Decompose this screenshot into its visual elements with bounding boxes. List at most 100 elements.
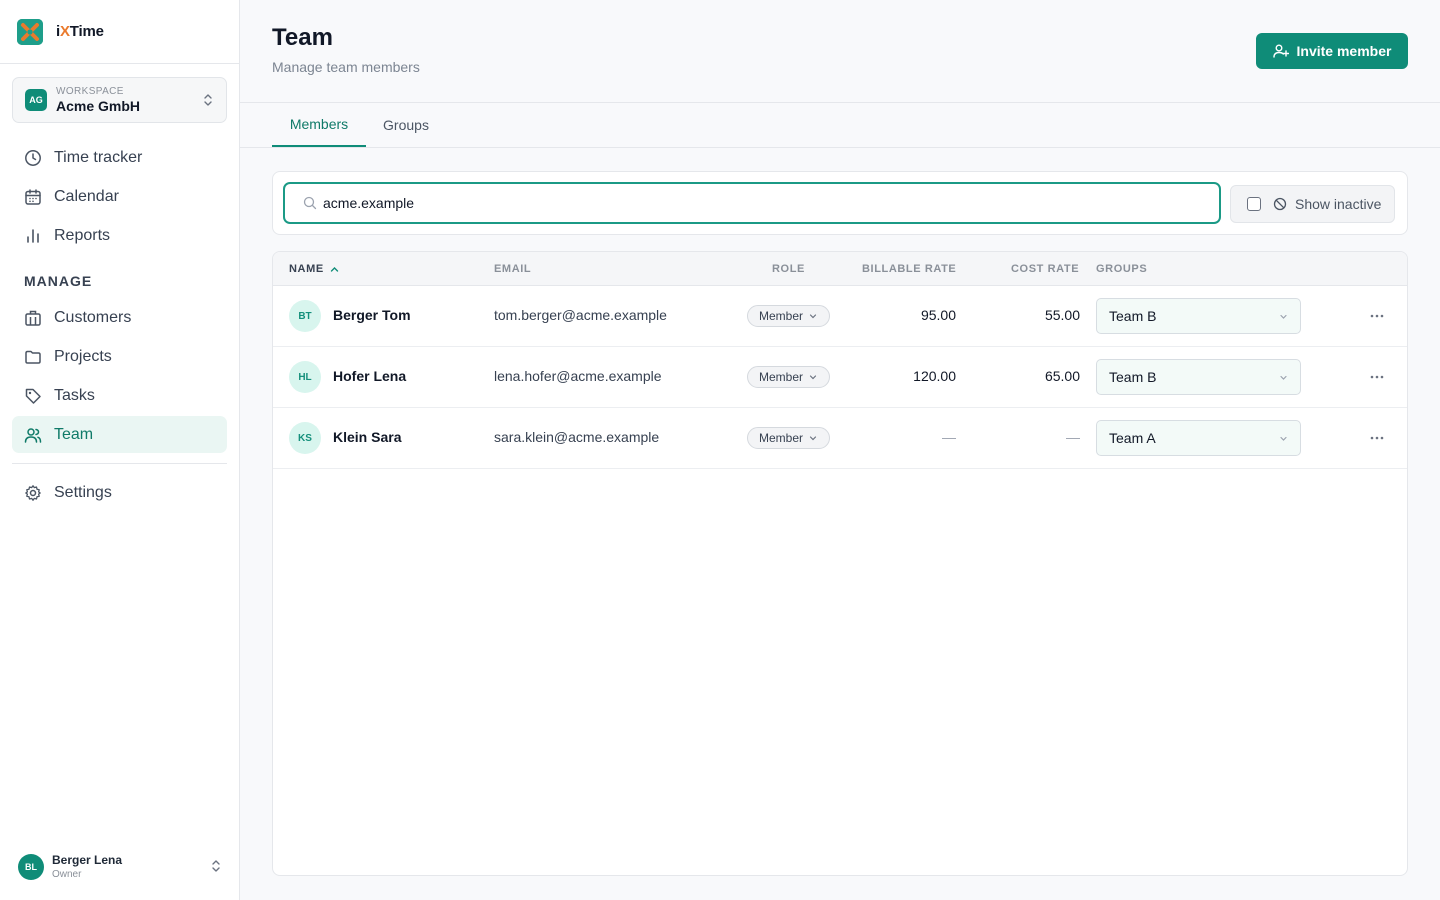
cost-rate: 65.00 xyxy=(1044,368,1080,384)
role-dropdown[interactable]: Member xyxy=(747,427,830,449)
invite-member-button[interactable]: Invite member xyxy=(1256,33,1408,69)
member-name: Klein Sara xyxy=(333,429,402,445)
role-dropdown[interactable]: Member xyxy=(747,305,830,327)
column-header-cost-rate[interactable]: COST RATE xyxy=(1011,263,1079,275)
chevron-down-icon xyxy=(809,436,817,441)
nav-item-time-tracker[interactable]: Time tracker xyxy=(12,139,227,176)
billable-rate: 120.00 xyxy=(913,368,956,384)
chevron-down-icon xyxy=(809,375,817,380)
member-email: sara.klein@acme.example xyxy=(494,429,660,445)
search-icon xyxy=(303,196,317,210)
search-input[interactable] xyxy=(323,195,1203,211)
calendar-icon xyxy=(25,188,41,205)
role-dropdown[interactable]: Member xyxy=(747,366,830,388)
cost-rate: — xyxy=(1066,429,1080,445)
table-row[interactable]: BT Berger Tom tom.berger@acme.example Me… xyxy=(273,286,1407,347)
nav-item-settings[interactable]: Settings xyxy=(12,474,227,511)
nav-item-tasks[interactable]: Tasks xyxy=(12,377,227,414)
workspace-switcher[interactable]: AG WORKSPACE Acme GmbH xyxy=(12,77,227,123)
filter-bar: Show inactive xyxy=(272,171,1408,235)
folder-icon xyxy=(25,350,41,364)
tab-members[interactable]: Members xyxy=(272,103,366,147)
ellipsis-icon xyxy=(1370,314,1384,318)
avatar: BL xyxy=(18,854,44,880)
tag-icon xyxy=(25,388,41,404)
table-row[interactable]: KS Klein Sara sara.klein@acme.example Me… xyxy=(273,408,1407,469)
ban-icon xyxy=(1273,197,1287,211)
sort-ascending-icon xyxy=(330,266,338,272)
more-actions-button[interactable] xyxy=(1367,430,1387,446)
avatar: HL xyxy=(289,361,321,393)
member-email: lena.hofer@acme.example xyxy=(494,368,662,384)
page-header: Team Manage team members Invite member xyxy=(240,0,1440,103)
sidebar: iXTime AG WORKSPACE Acme GmbH Time track… xyxy=(0,0,240,900)
workspace-badge: AG xyxy=(25,89,47,111)
nav-label: Settings xyxy=(54,483,112,501)
column-header-billable-rate[interactable]: BILLABLE RATE xyxy=(862,263,956,275)
nav-label: Customers xyxy=(54,308,132,326)
building-icon xyxy=(25,310,41,326)
nav-divider xyxy=(12,463,227,464)
more-actions-button[interactable] xyxy=(1367,308,1387,324)
group-select[interactable]: Team B xyxy=(1096,359,1301,395)
table-header: NAME EMAIL ROLE BILLABLE RATE COST RATE … xyxy=(273,252,1407,286)
nav-section-manage: MANAGE xyxy=(24,273,93,289)
brand-logo-icon xyxy=(17,18,43,45)
chevron-up-down-icon xyxy=(204,94,212,106)
show-inactive-checkbox[interactable] xyxy=(1247,197,1261,211)
workspace-label: WORKSPACE xyxy=(56,85,124,97)
member-name: Berger Tom xyxy=(333,307,411,323)
chevron-down-icon xyxy=(809,314,817,319)
group-select[interactable]: Team A xyxy=(1096,420,1301,456)
nav-label: Projects xyxy=(54,347,112,365)
clock-icon xyxy=(25,149,41,166)
member-name: Hofer Lena xyxy=(333,368,407,384)
chevron-up-down-icon xyxy=(212,860,220,872)
user-plus-icon xyxy=(1272,44,1289,58)
show-inactive-label: Show inactive xyxy=(1295,196,1382,212)
brand[interactable]: iXTime xyxy=(0,0,239,64)
nav-item-team[interactable]: Team xyxy=(12,416,227,453)
billable-rate: — xyxy=(942,429,956,445)
chevron-down-icon xyxy=(1280,375,1287,380)
search-field[interactable] xyxy=(283,182,1221,224)
nav-label: Tasks xyxy=(54,386,95,404)
table-row[interactable]: HL Hofer Lena lena.hofer@acme.example Me… xyxy=(273,347,1407,408)
column-header-name[interactable]: NAME xyxy=(289,263,339,275)
nav-label: Calendar xyxy=(54,187,119,205)
members-table: NAME EMAIL ROLE BILLABLE RATE COST RATE … xyxy=(272,251,1408,876)
gear-icon xyxy=(25,484,41,501)
column-header-groups[interactable]: GROUPS xyxy=(1096,263,1147,275)
tabs: Members Groups xyxy=(240,103,1440,148)
chevron-down-icon xyxy=(1280,314,1287,319)
ellipsis-icon xyxy=(1370,436,1384,440)
brand-name: iXTime xyxy=(56,23,104,40)
nav-item-projects[interactable]: Projects xyxy=(12,338,227,375)
nav-label: Reports xyxy=(54,226,111,244)
cost-rate: 55.00 xyxy=(1044,307,1080,323)
nav-label: Team xyxy=(54,425,94,443)
page-subtitle: Manage team members xyxy=(272,59,420,75)
ellipsis-icon xyxy=(1370,375,1384,379)
nav-item-calendar[interactable]: Calendar xyxy=(12,178,227,215)
user-role: Owner xyxy=(52,869,82,880)
bar-chart-icon xyxy=(27,228,39,243)
user-menu[interactable]: BL Berger Lena Owner xyxy=(18,852,228,882)
chevron-down-icon xyxy=(1280,436,1287,441)
billable-rate: 95.00 xyxy=(920,307,956,323)
more-actions-button[interactable] xyxy=(1367,369,1387,385)
nav-item-reports[interactable]: Reports xyxy=(12,217,227,254)
member-email: tom.berger@acme.example xyxy=(494,307,667,323)
nav-label: Time tracker xyxy=(54,148,143,166)
show-inactive-toggle[interactable]: Show inactive xyxy=(1230,185,1395,223)
page-title: Team xyxy=(272,24,333,51)
workspace-name: Acme GmbH xyxy=(56,97,141,114)
column-header-email[interactable]: EMAIL xyxy=(494,263,531,275)
users-icon xyxy=(24,427,42,443)
group-select[interactable]: Team B xyxy=(1096,298,1301,334)
column-header-role[interactable]: ROLE xyxy=(772,263,805,275)
avatar: KS xyxy=(289,422,321,454)
tab-groups[interactable]: Groups xyxy=(372,103,440,147)
user-name: Berger Lena xyxy=(52,853,123,867)
nav-item-customers[interactable]: Customers xyxy=(12,299,227,336)
